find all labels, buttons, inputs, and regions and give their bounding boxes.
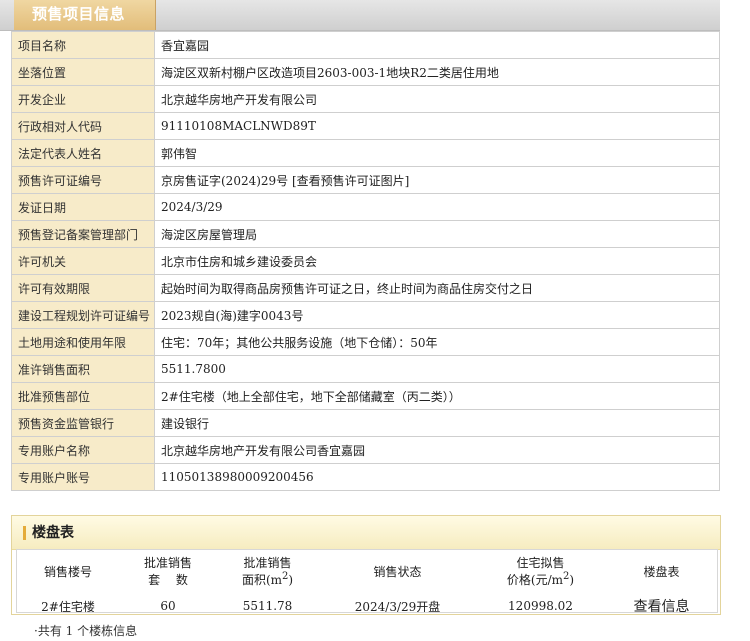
building-section-header: 楼盘表 — [12, 516, 720, 550]
info-row: 专用账户名称 北京越华房地产开发有限公司香宜嘉园 — [11, 436, 720, 464]
info-row-value: 海淀区双新村棚户区改造项目2603-003-1地块R2二类居住用地 — [154, 58, 720, 86]
cell-status: 2024/3/29开盘 — [354, 599, 441, 614]
info-row-value: 京房售证字(2024)29号 [查看预售许可证图片] — [154, 166, 720, 194]
info-row: 准许销售面积 5511.7800 — [11, 355, 720, 383]
building-table: 销售楼号 批准销售 套 数 批准销售 面积(m2) 销售状态 住宅拟售 价格(元… — [16, 549, 718, 619]
info-row-label: 土地用途和使用年限 — [11, 328, 155, 356]
info-row-label: 行政相对人代码 — [11, 112, 155, 140]
info-row-label: 专用账户账号 — [11, 463, 155, 491]
info-row-label: 预售资金监管银行 — [11, 409, 155, 437]
header-sale-status: 销售状态 — [373, 564, 422, 579]
building-table-header: 销售楼号 批准销售 套 数 批准销售 面积(m2) 销售状态 住宅拟售 价格(元… — [16, 549, 718, 593]
info-row-value: 91110108MACLNWD89T — [154, 112, 720, 140]
info-row-value: 11050138980009200456 — [154, 463, 720, 491]
header-approved-units: 批准销售 套 数 — [120, 549, 216, 593]
info-row-value: 香宜嘉园 — [154, 31, 720, 59]
info-row-value: 建设银行 — [154, 409, 720, 437]
building-count-text: ·共有 1 个楼栋信息 — [34, 624, 138, 638]
info-row-value: 2024/3/29 — [154, 193, 720, 221]
info-row-label: 预售许可证编号 — [11, 166, 155, 194]
info-row-label: 坐落位置 — [11, 58, 155, 86]
info-row-value: 2023规自(海)建字0043号 — [154, 301, 720, 329]
info-row-label: 准许销售面积 — [11, 355, 155, 383]
info-row-value: 郭伟智 — [154, 139, 720, 167]
header-price-close: ) — [569, 573, 575, 587]
building-section-title: 楼盘表 — [32, 525, 74, 541]
info-row-label: 法定代表人姓名 — [11, 139, 155, 167]
presale-info-table: 项目名称 香宜嘉园 坐落位置 海淀区双新村棚户区改造项目2603-003-1地块R2二… — [11, 31, 720, 491]
info-row: 预售许可证编号 京房售证字(2024)29号 [查看预售许可证图片] — [11, 166, 720, 194]
info-row: 坐落位置 海淀区双新村棚户区改造项目2603-003-1地块R2二类居住用地 — [11, 58, 720, 86]
header-approved-area: 批准销售 面积(m2) — [216, 549, 319, 593]
header-price-line1: 住宅拟售 — [516, 556, 565, 570]
header-approved-area-line1: 批准销售 — [243, 556, 292, 570]
table-row: 2#住宅楼 60 5511.78 2024/3/29开盘 120998.02 查… — [16, 593, 718, 619]
header-building-no: 销售楼号 — [43, 564, 92, 579]
info-row: 批准预售部位 2#住宅楼（地上全部住宅，地下全部储藏室（丙二类）） — [11, 382, 720, 410]
info-row-label: 许可有效期限 — [11, 274, 155, 302]
cell-building-no: 2#住宅楼 — [41, 599, 95, 614]
info-row: 建设工程规划许可证编号 2023规自(海)建字0043号 — [11, 301, 720, 329]
info-row: 许可有效期限 起始时间为取得商品房预售许可证之日，终止时间为商品住房交付之日 — [11, 274, 720, 302]
info-row-label: 项目名称 — [11, 31, 155, 59]
info-row: 发证日期 2024/3/29 — [11, 193, 720, 221]
header-approved-area-unit: 面积(m — [241, 573, 282, 587]
header-price: 住宅拟售 价格(元/m2) — [476, 549, 605, 593]
tab-bar: 预售项目信息 — [0, 0, 720, 31]
info-row-label: 预售登记备案管理部门 — [11, 220, 155, 248]
header-price-unit: 价格(元/m — [506, 573, 564, 587]
info-row-value: 北京越华房地产开发有限公司香宜嘉园 — [154, 436, 720, 464]
header-approved-area-line2: 面积(m2) — [217, 571, 318, 588]
info-row-value: 5511.7800 — [154, 355, 720, 383]
info-row: 土地用途和使用年限 住宅：70年；其他公共服务设施（地下仓储）：50年 — [11, 328, 720, 356]
info-row-label: 许可机关 — [11, 247, 155, 275]
info-row-value: 起始时间为取得商品房预售许可证之日，终止时间为商品住房交付之日 — [154, 274, 720, 302]
info-row: 预售资金监管银行 建设银行 — [11, 409, 720, 437]
info-row-value: 2#住宅楼（地上全部住宅，地下全部储藏室（丙二类）） — [154, 382, 720, 410]
info-row-value: 住宅：70年；其他公共服务设施（地下仓储）：50年 — [154, 328, 720, 356]
info-row: 预售登记备案管理部门 海淀区房屋管理局 — [11, 220, 720, 248]
section-marker-icon — [23, 526, 26, 540]
header-approved-units-line2: 套 数 — [148, 573, 188, 587]
info-row: 开发企业 北京越华房地产开发有限公司 — [11, 85, 720, 113]
info-row-label: 发证日期 — [11, 193, 155, 221]
info-row: 项目名称 香宜嘉园 — [11, 31, 720, 59]
info-row-label: 建设工程规划许可证编号 — [11, 301, 155, 329]
header-price-line2: 价格(元/m2) — [477, 571, 604, 588]
info-row-label: 专用账户名称 — [11, 436, 155, 464]
cell-area: 5511.78 — [242, 599, 293, 613]
info-row: 法定代表人姓名 郭伟智 — [11, 139, 720, 167]
tab-presale-info[interactable]: 预售项目信息 — [14, 0, 156, 30]
cell-price: 120998.02 — [508, 599, 573, 613]
cell-link: 查看信息 — [605, 593, 718, 619]
info-row: 专用账户账号 11050138980009200456 — [11, 463, 720, 491]
header-approved-units-line1: 批准销售 — [143, 556, 192, 570]
header-approved-area-close: ) — [288, 573, 294, 587]
info-row-label: 开发企业 — [11, 85, 155, 113]
info-row: 许可机关 北京市住房和城乡建设委员会 — [11, 247, 720, 275]
header-floor-table: 楼盘表 — [643, 564, 680, 579]
view-info-link[interactable]: 查看信息 — [634, 599, 690, 615]
info-row-value: 海淀区房屋管理局 — [154, 220, 720, 248]
building-section: 楼盘表 销售楼号 批准销售 套 数 批准销售 面积(m2) 销售状态 住宅拟售 … — [11, 515, 721, 615]
cell-units: 60 — [160, 599, 176, 613]
info-row: 行政相对人代码 91110108MACLNWD89T — [11, 112, 720, 140]
info-row-value: 北京越华房地产开发有限公司 — [154, 85, 720, 113]
info-row-value: 北京市住房和城乡建设委员会 — [154, 247, 720, 275]
info-row-label: 批准预售部位 — [11, 382, 155, 410]
